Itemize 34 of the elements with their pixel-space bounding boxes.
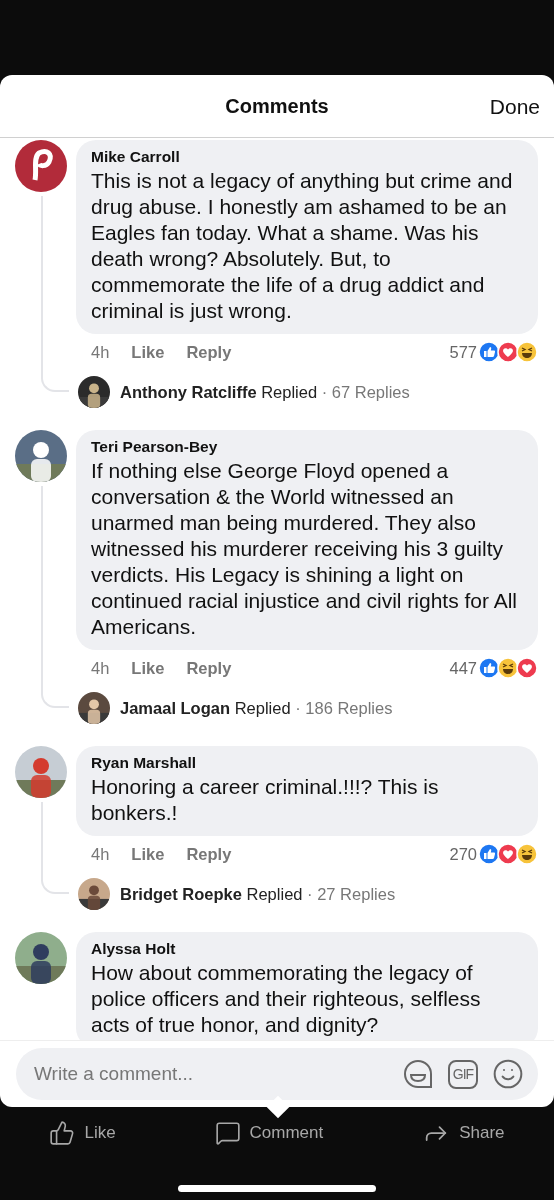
post-action-button[interactable]: Like: [43, 1119, 122, 1147]
replies-link[interactable]: Jamaal Logan Replied · 186 Replies: [120, 698, 393, 718]
gif-button[interactable]: GIF: [448, 1059, 478, 1089]
comment-text: Honoring a career criminal.!!!? This is bonkers.!: [91, 774, 440, 826]
post-action-button[interactable]: Comment: [208, 1119, 330, 1147]
comment-time: 4h: [91, 658, 110, 678]
sticker-icon[interactable]: [402, 1058, 434, 1090]
reply-link[interactable]: Reply: [186, 342, 232, 362]
like-link[interactable]: Like: [131, 844, 165, 864]
done-button[interactable]: Done: [489, 95, 540, 119]
comment-text: If nothing else George Floyd opened a conversation & the World witnessed an unarmed man being murdered. They also witnessed his murderer receiving his 3 guilty verdicts. His Legacy is shining a light on continued racial injustice and civil rights for All Americans.: [91, 458, 519, 640]
reaction-count: 270: [449, 844, 477, 864]
speech-bubble-icon: [214, 1120, 241, 1146]
replies-link[interactable]: Bridget Roepke Replied · 27 Replies: [120, 884, 396, 904]
like-link[interactable]: Like: [131, 342, 165, 362]
comment-author: Ryan Marshall: [91, 754, 198, 772]
comment-text: How about commemorating the legacy of police officers and their righteous, selfless acts of true honor, and dignity?: [91, 960, 482, 1038]
replies-link[interactable]: Anthony Ratcliffe Replied · 67 Replies: [120, 382, 410, 402]
comment-author: Teri Pearson-Bey: [91, 438, 219, 456]
comment-text: This is not a legacy of anything but crime and drug abuse. I honestly am ashamed to be an Eagles fan today. What a shame. Was his death wrong? Absolutely. But, to commemorate the life of a drug addict and criminal is just wrong.: [91, 168, 514, 324]
like-link[interactable]: Like: [131, 658, 165, 678]
reaction-count: 447: [449, 658, 477, 678]
emoji-icon[interactable]: [492, 1058, 524, 1090]
sheet-title: Comments: [225, 94, 329, 118]
thumbs-up-icon: [49, 1120, 76, 1146]
reaction-count: 577: [449, 342, 477, 362]
comment-author: Mike Carroll: [91, 148, 181, 166]
comment-field[interactable]: Write a comment... GIF: [16, 1048, 538, 1100]
reply-link[interactable]: Reply: [186, 844, 232, 864]
comment-time: 4h: [91, 844, 110, 864]
comment-author: Alyssa Holt: [91, 940, 177, 958]
comment-time: 4h: [91, 342, 110, 362]
post-action-button[interactable]: Share: [416, 1118, 511, 1148]
reply-link[interactable]: Reply: [186, 658, 232, 678]
